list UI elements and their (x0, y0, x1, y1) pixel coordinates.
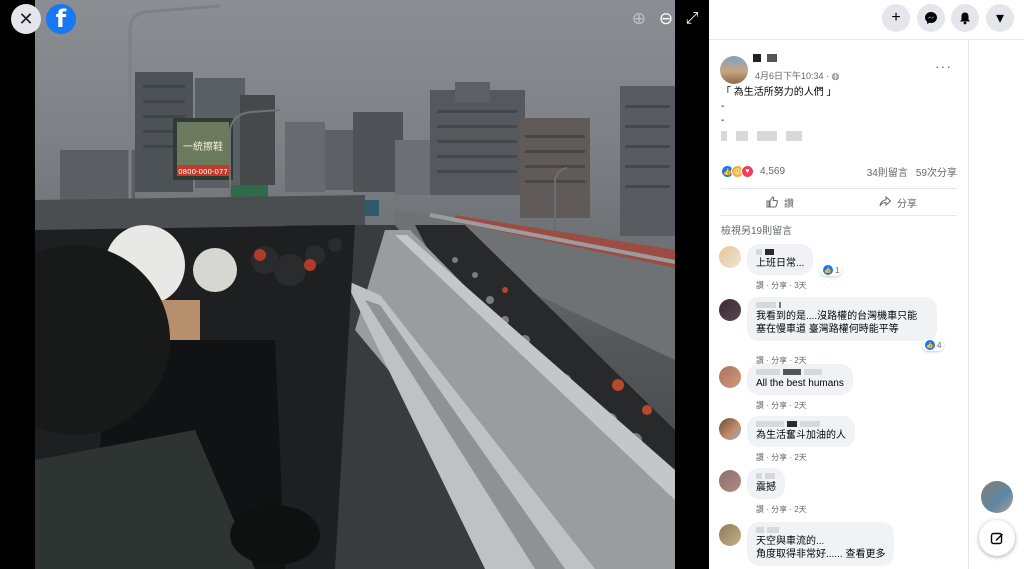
post-options-button[interactable]: ··· (935, 58, 952, 74)
compose-icon (990, 532, 1003, 545)
fullscreen-icon: ⤢ (685, 10, 699, 27)
share-button-label: 分享 (897, 198, 917, 210)
share-button[interactable]: 分享 (839, 195, 957, 210)
photo-viewer: 一統擦鞋 0800-000-077 ✕ f ⊕ ⊖ ⤢ (0, 0, 709, 569)
notifications-button[interactable] (951, 4, 979, 32)
commenter-avatar[interactable] (719, 299, 741, 321)
create-button[interactable]: + (882, 4, 910, 32)
comment-text: 為生活奮斗加油的人 (756, 430, 846, 441)
caption-line: - (721, 115, 725, 126)
post-panel: + ▾ 4月6日下午10:34 · ◍ ··· 「 為生活所努力的人們 」 - … (709, 0, 1024, 569)
messenger-button[interactable] (917, 4, 945, 32)
notifications-icon (960, 12, 970, 25)
zoom-in-icon: ⊕ (631, 9, 647, 28)
caption-line: - (721, 101, 725, 112)
close-icon: ✕ (18, 8, 34, 29)
caption-line: 「 為生活所努力的人們 」 (721, 87, 837, 98)
commenter-name[interactable] (756, 420, 846, 428)
post-content: 4月6日下午10:34 · ◍ ··· 「 為生活所努力的人們 」 - - 👍 … (709, 40, 968, 569)
comment-text: 震撼 (756, 482, 776, 493)
comment-count[interactable]: 34則留言 (867, 164, 908, 179)
post-timestamp-text: 4月6日下午10:34 · (755, 71, 832, 81)
commenter-name[interactable] (756, 301, 928, 309)
right-rail (968, 40, 1024, 569)
commenter-name[interactable] (756, 368, 844, 376)
commenter-name[interactable] (756, 472, 776, 480)
photo-illustration: 一統擦鞋 0800-000-077 (35, 4, 675, 569)
reaction-summary: 👍 😮 ♥ 4,569 34則留言 59次分享 (721, 164, 957, 179)
like-button[interactable]: 讚 (721, 195, 839, 210)
comment-text: 塞在慢車道 臺灣路權何時能平等 (756, 324, 899, 335)
account-menu-button[interactable]: ▾ (986, 4, 1014, 32)
post-actions: 讚 分享 (721, 188, 957, 216)
commenter-name[interactable] (756, 526, 885, 534)
reaction-count[interactable]: 4,569 (760, 166, 785, 177)
zoom-out-button[interactable]: ⊖ (655, 8, 677, 30)
new-message-button[interactable] (979, 520, 1015, 556)
comment-text: All the best humans (756, 378, 844, 389)
comment-like-count: 4 (937, 340, 942, 350)
zoom-out-icon: ⊖ (658, 9, 674, 28)
plus-icon: + (891, 9, 901, 26)
commenter-avatar[interactable] (719, 366, 741, 388)
share-icon (879, 196, 891, 207)
comment-meta[interactable]: 讚 · 分享 · 2天 (756, 504, 807, 515)
like-icon: 👍 (925, 340, 935, 350)
messenger-icon (925, 12, 937, 24)
comment-bubble: 震撼 (747, 468, 785, 499)
comment-bubble: 為生活奮斗加油的人 (747, 416, 855, 447)
post-timestamp[interactable]: 4月6日下午10:34 · ◍ (755, 69, 839, 82)
billboard-phone: 0800-000-077 (178, 168, 228, 176)
comment-text: 角度取得非常好...... 查看更多 (756, 549, 886, 560)
contact-avatar[interactable] (981, 481, 1013, 513)
reaction-icons[interactable]: 👍 😮 ♥ (721, 165, 754, 178)
post-caption: 「 為生活所努力的人們 」 - - (721, 86, 837, 128)
commenter-avatar[interactable] (719, 524, 741, 546)
share-count[interactable]: 59次分享 (916, 164, 957, 179)
comment-reaction-badge[interactable]: 👍 1 (820, 264, 843, 276)
comment-meta[interactable]: 讚 · 分享 · 3天 (756, 280, 807, 291)
post-photo[interactable]: 一統擦鞋 0800-000-077 (35, 0, 675, 569)
like-icon: 👍 (823, 265, 833, 275)
fullscreen-button[interactable]: ⤢ (681, 8, 703, 30)
comment-bubble: 我看到的是....沒路權的台灣機車只能 塞在慢車道 臺灣路權何時能平等 (747, 297, 937, 341)
comment-bubble: 天空與車流的... 角度取得非常好...... 查看更多 (747, 522, 895, 566)
commenter-avatar[interactable] (719, 418, 741, 440)
author-name[interactable] (753, 54, 777, 62)
love-reaction-icon: ♥ (741, 165, 754, 178)
comment-meta[interactable]: 讚 · 分享 · 2天 (756, 400, 807, 411)
thumbs-up-icon (766, 196, 778, 208)
caption-redacted (721, 131, 802, 141)
comment-reaction-badge[interactable]: 👍 4 (922, 339, 945, 351)
zoom-in-button[interactable]: ⊕ (628, 8, 650, 30)
comment-meta[interactable]: 讚 · 分享 · 2天 (756, 452, 807, 463)
commenter-name[interactable] (756, 248, 804, 256)
close-button[interactable]: ✕ (11, 4, 41, 34)
facebook-logo-letter: f (55, 5, 67, 33)
globe-icon: ◍ (831, 71, 840, 81)
comment-bubble: 上班日常... (747, 244, 814, 275)
facebook-logo[interactable]: f (46, 4, 76, 34)
chevron-down-icon: ▾ (995, 10, 1005, 27)
author-avatar[interactable] (720, 56, 748, 84)
more-icon: ··· (935, 58, 952, 74)
comment-bubble: All the best humans (747, 364, 853, 395)
commenter-avatar[interactable] (719, 246, 741, 268)
billboard-text: 一統擦鞋 (183, 140, 223, 153)
view-more-comments-link[interactable]: 檢視另19則留言 (721, 222, 792, 237)
comment-like-count: 1 (835, 265, 840, 275)
commenter-avatar[interactable] (719, 470, 741, 492)
comment-text: 我看到的是....沒路權的台灣機車只能 (756, 311, 918, 322)
comment-text: 上班日常... (756, 258, 805, 269)
comment-text: 天空與車流的... (756, 536, 825, 547)
photo-viewer-page: 一統擦鞋 0800-000-077 ✕ f ⊕ ⊖ ⤢ + ▾ 4月6日下午10… (0, 0, 1024, 569)
like-button-label: 讚 (784, 198, 794, 210)
top-bar: + ▾ (709, 0, 1024, 40)
